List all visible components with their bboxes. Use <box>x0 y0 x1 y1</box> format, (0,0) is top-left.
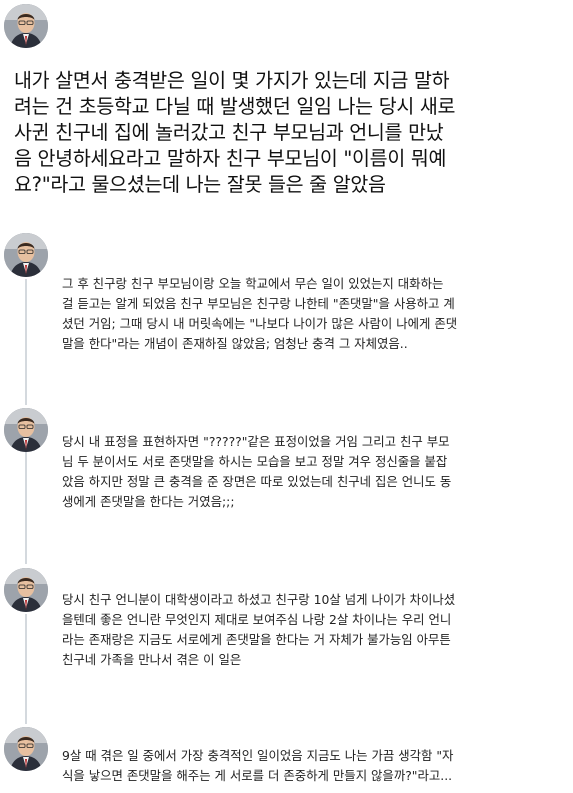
main-post-text: 내가 살면서 충격받은 일이 몇 가지가 있는데 지금 말하 려는 건 초등학교… <box>14 69 456 196</box>
thread-connector <box>25 279 27 405</box>
avatar[interactable] <box>4 4 48 48</box>
person-avatar-icon <box>4 568 48 612</box>
avatar[interactable] <box>4 727 48 771</box>
thread-connector <box>25 452 27 564</box>
person-avatar-icon <box>4 408 48 452</box>
reply-text: 당시 친구 언니분이 대학생이라고 하셨고 친구랑 10살 넘게 나이가 차이나… <box>62 592 456 667</box>
reply-text: 9살 때 겪은 일 중에서 가장 충격적인 일이었음 지금도 나는 가끔 생각함… <box>62 748 454 783</box>
person-avatar-icon <box>4 727 48 771</box>
thread-connector <box>25 614 27 724</box>
avatar[interactable] <box>4 568 48 612</box>
reply-text: 당시 내 표정을 표현하자면 "?????"같은 표정이었을 거임 그리고 친구… <box>62 434 452 509</box>
person-avatar-icon <box>4 233 48 277</box>
person-avatar-icon <box>4 4 48 48</box>
avatar[interactable] <box>4 408 48 452</box>
avatar[interactable] <box>4 233 48 277</box>
reply-text: 그 후 친구랑 친구 부모님이랑 오늘 학교에서 무슨 일이 있었는지 대화하는… <box>62 276 458 351</box>
